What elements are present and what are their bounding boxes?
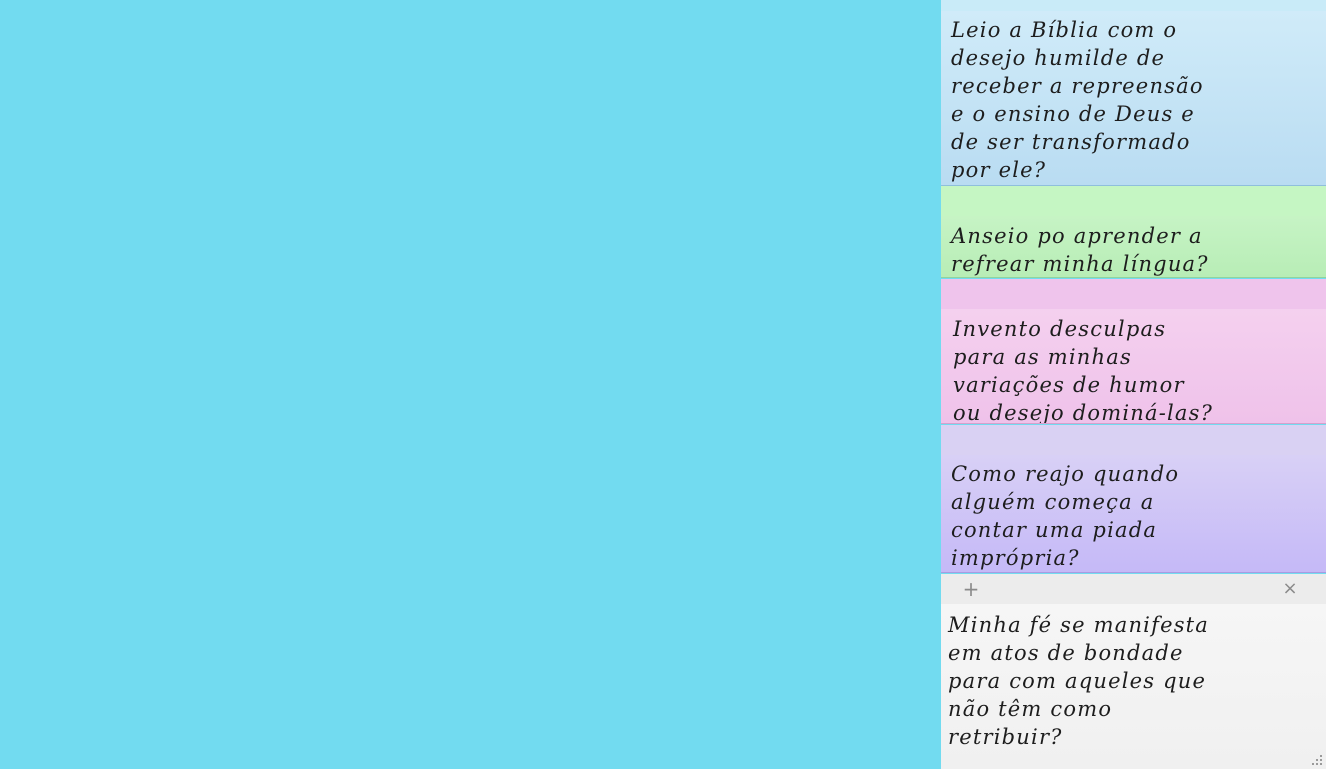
plus-icon[interactable]: +: [961, 579, 981, 599]
sticky-note-5-active[interactable]: + × Minha fé se manifesta em atos de bon…: [941, 574, 1326, 769]
note-title-bar[interactable]: [941, 425, 1326, 455]
note-title-bar[interactable]: + ×: [941, 574, 1326, 604]
note-text[interactable]: Anseio po aprender a refrear minha língu…: [951, 222, 1320, 277]
sticky-note-4[interactable]: Como reajo quando alguém começa a contar…: [941, 425, 1326, 573]
sticky-note-3[interactable]: Invento desculpas para as minhas variaçõ…: [941, 279, 1326, 424]
note-text[interactable]: Como reajo quando alguém começa a contar…: [951, 460, 1320, 572]
resize-grip-icon[interactable]: [1308, 753, 1322, 765]
note-text[interactable]: Minha fé se manifesta em atos de bondade…: [948, 611, 1320, 751]
desktop-background: [0, 0, 941, 769]
close-icon[interactable]: ×: [1280, 579, 1300, 599]
note-text[interactable]: Leio a Bíblia com o desejo humilde de re…: [951, 16, 1320, 184]
sticky-notes-column: Leio a Bíblia com o desejo humilde de re…: [941, 0, 1326, 769]
note-title-bar[interactable]: [941, 186, 1326, 216]
sticky-note-1[interactable]: Leio a Bíblia com o desejo humilde de re…: [941, 0, 1326, 186]
note-title-bar[interactable]: [941, 0, 1326, 11]
note-text[interactable]: Invento desculpas para as minhas variaçõ…: [953, 315, 1320, 423]
sticky-note-2[interactable]: Anseio po aprender a refrear minha língu…: [941, 186, 1326, 278]
note-title-bar[interactable]: [941, 279, 1326, 309]
